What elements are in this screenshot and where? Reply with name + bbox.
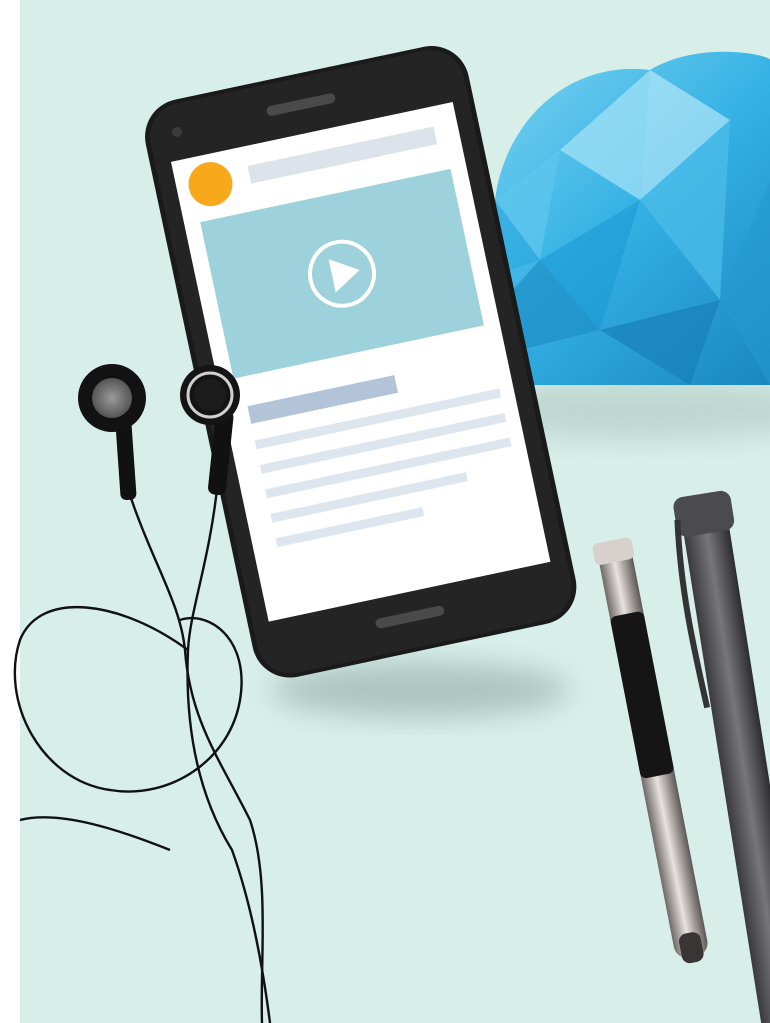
scene-illustration bbox=[0, 0, 770, 1023]
photo-scene bbox=[0, 0, 770, 1023]
